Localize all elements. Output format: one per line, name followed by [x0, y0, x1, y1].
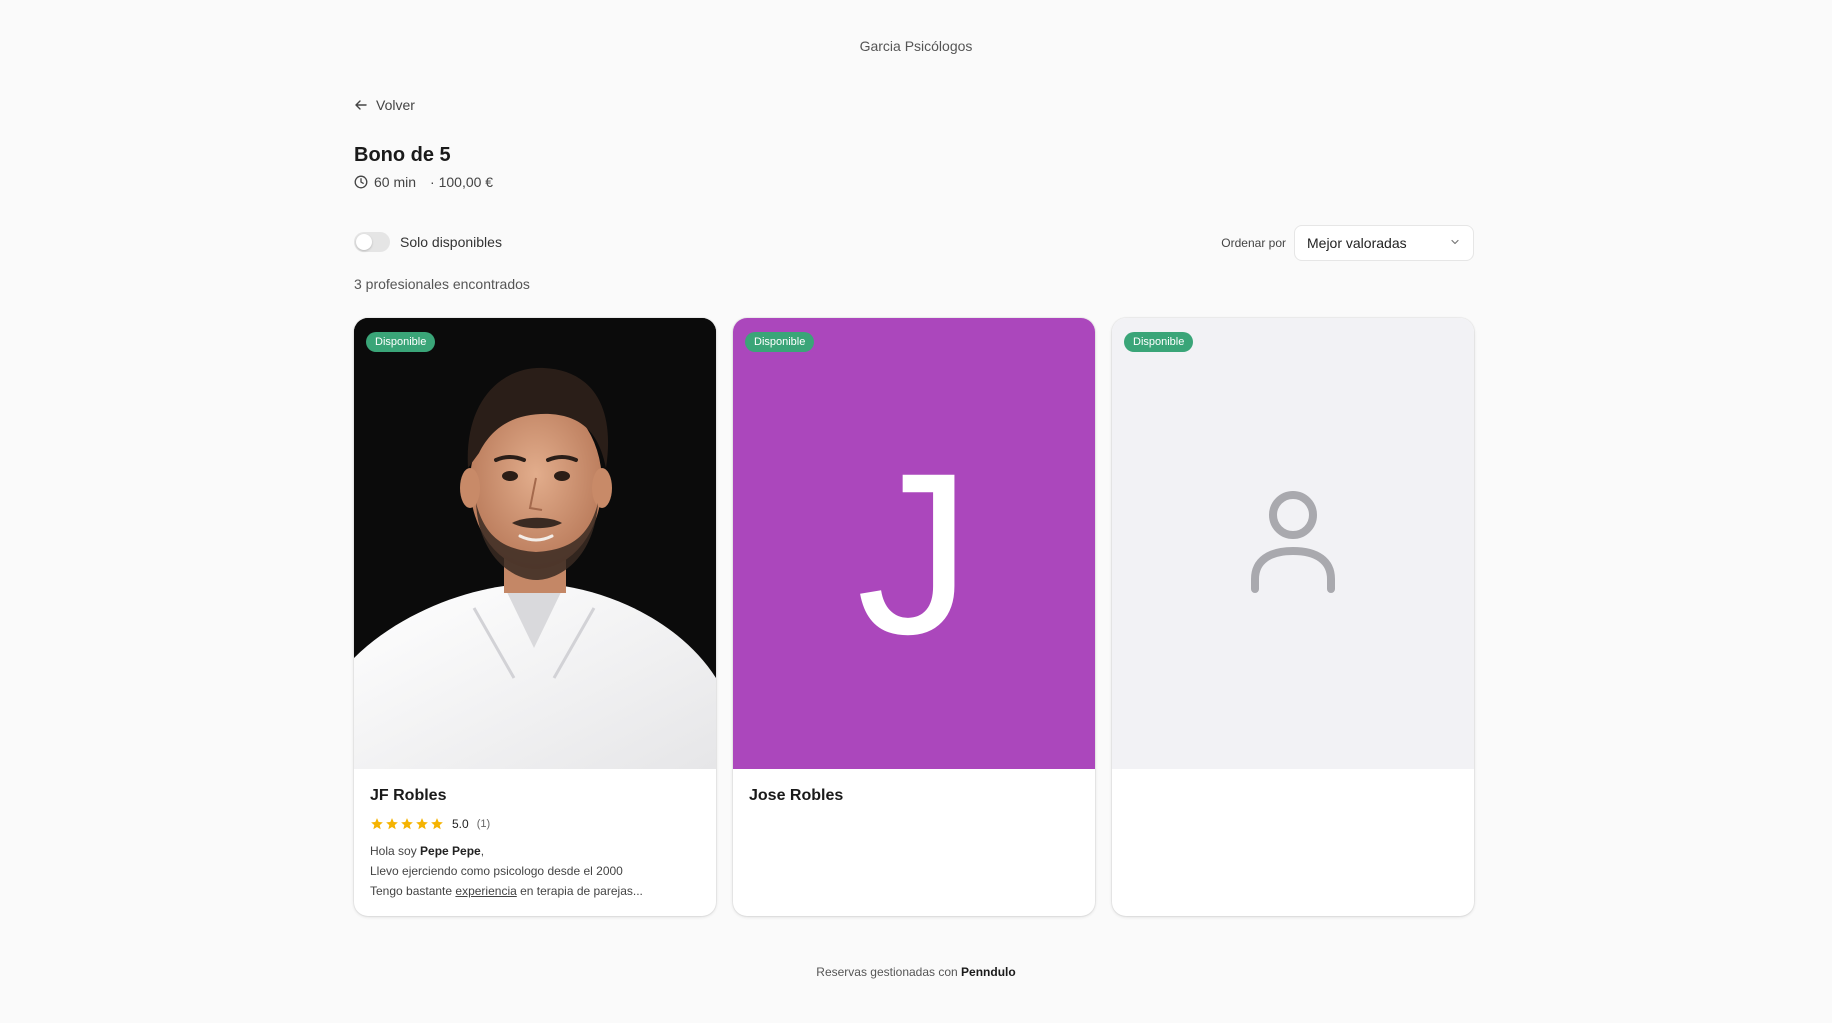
back-link-label: Volver [376, 97, 415, 113]
professional-card[interactable]: Disponible [354, 318, 716, 916]
professional-cards: Disponible JF Robles 5.0 (1) Hola soy Pe… [354, 318, 1474, 916]
rating-stars [370, 817, 444, 831]
rating: 5.0 (1) [370, 817, 700, 831]
bio-line: Tengo bastante experiencia en terapia de… [370, 881, 700, 901]
bio-line: Hola soy Pepe Pepe, [370, 841, 700, 861]
star-icon [431, 818, 443, 830]
footer: Reservas gestionadas con Penndulo [0, 965, 1832, 979]
portrait-illustration [354, 318, 716, 769]
service-price: · 100,00 € [430, 174, 494, 190]
sort-label: Ordenar por [1221, 236, 1286, 250]
only-available-label: Solo disponibles [400, 234, 502, 250]
bio-text: , [480, 844, 485, 858]
results-count: 3 profesionales encontrados [354, 276, 530, 292]
sort-control: Ordenar por Mejor valoradas [1221, 225, 1474, 261]
arrow-left-icon [354, 98, 368, 112]
placeholder-avatar: Disponible [1112, 318, 1474, 769]
rating-reviews: (1) [476, 818, 491, 830]
professional-name: JF Robles [370, 787, 447, 804]
only-available-toggle[interactable] [354, 232, 390, 252]
star-icon [371, 818, 383, 830]
star-icon [401, 818, 413, 830]
professional-photo: Disponible [354, 318, 716, 769]
bio-text: en terapia de parejas... [516, 884, 643, 898]
service-meta: 60 min · 100,00 € [354, 174, 493, 190]
sort-select-value: Mejor valoradas [1307, 235, 1407, 251]
bio-text: Hola soy [370, 844, 421, 858]
bio-underline: experiencia [455, 884, 517, 898]
user-icon [1251, 489, 1335, 598]
card-body: JF Robles 5.0 (1) Hola soy Pepe Pepe, Ll… [354, 769, 716, 901]
toggle-knob [356, 234, 372, 250]
clock-icon [354, 175, 374, 189]
bio-line: Llevo ejerciendo como psicologo desde el… [370, 864, 623, 878]
initial-avatar: Disponible J [733, 318, 1095, 769]
professional-name: Jose Robles [749, 787, 844, 804]
only-available-filter: Solo disponibles [354, 232, 502, 252]
availability-badge: Disponible [745, 332, 815, 352]
service-duration: 60 min [374, 174, 417, 190]
availability-badge: Disponible [366, 332, 436, 352]
footer-brand-link[interactable]: Penndulo [961, 965, 1016, 979]
star-icon [416, 818, 428, 830]
professional-bio: Hola soy Pepe Pepe, Llevo ejerciendo com… [370, 841, 700, 901]
avatar-initial: J [856, 424, 972, 682]
card-body [1112, 769, 1474, 787]
brand-name: Garcia Psicólogos [859, 38, 973, 54]
service-title: Bono de 5 [354, 144, 451, 166]
card-body: Jose Robles [733, 769, 1095, 805]
star-icon [386, 818, 398, 830]
sort-select[interactable]: Mejor valoradas [1294, 225, 1474, 261]
bio-text: Tengo bastante [370, 884, 456, 898]
professional-card[interactable]: Disponible J Jose Robles [733, 318, 1095, 916]
bio-bold: Pepe Pepe [420, 844, 481, 858]
chevron-down-icon [1449, 235, 1461, 251]
professional-card[interactable]: Disponible [1112, 318, 1474, 916]
footer-text: Reservas gestionadas con [816, 965, 962, 979]
back-link[interactable]: Volver [354, 97, 415, 113]
availability-badge: Disponible [1124, 332, 1194, 352]
rating-score: 5.0 [452, 817, 469, 831]
